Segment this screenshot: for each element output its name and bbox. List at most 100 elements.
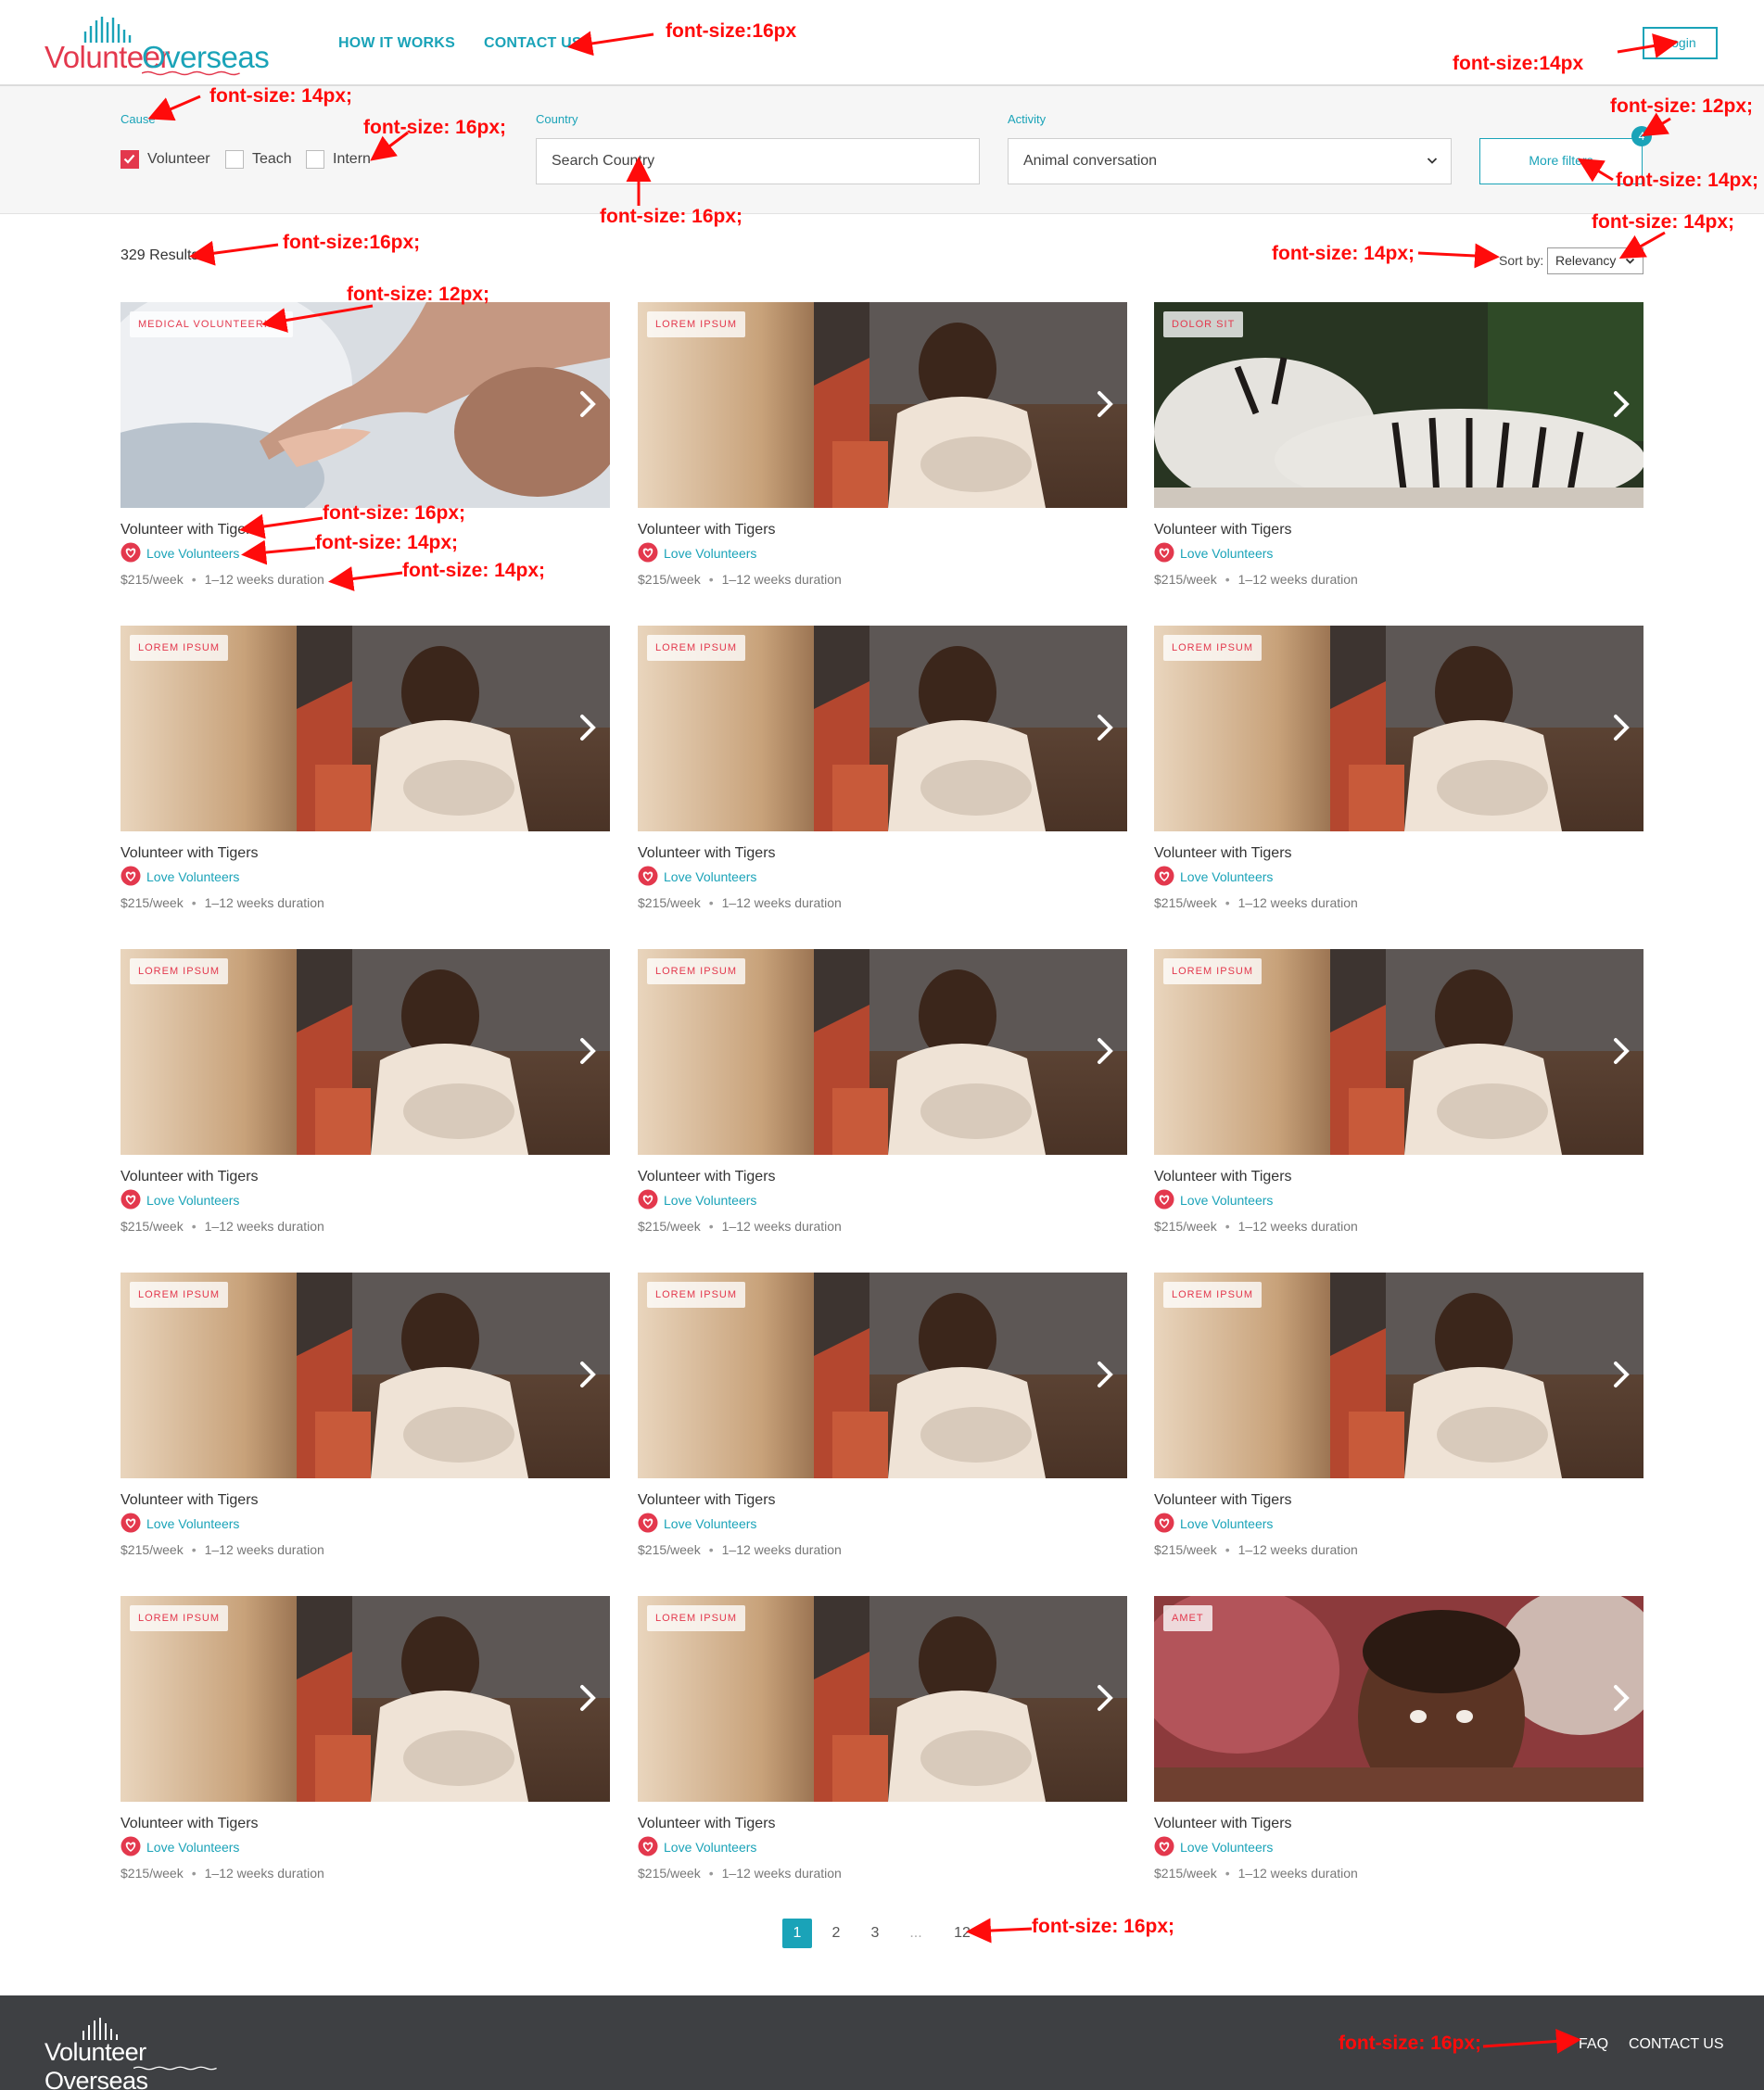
card-title[interactable]: Volunteer with Tigers [638,522,776,538]
annotation-note-sort-label: font-size: 14px; [1272,243,1415,264]
card-organization-link[interactable]: Love Volunteers [146,546,239,561]
card-meta: $215/week • 1–12 weeks duration [638,895,842,910]
card-title[interactable]: Volunteer with Tigers [638,1816,776,1832]
footer-logo[interactable]: Volunteer Overseas [44,2018,230,2090]
card-organization-link[interactable]: Love Volunteers [1180,1516,1273,1531]
activity-select[interactable]: Animal conversation [1008,138,1452,184]
card-organization-link[interactable]: Love Volunteers [146,1516,239,1531]
country-search-input[interactable]: Search Country [536,138,980,184]
result-card[interactable]: LOREM IPSUM Volunteer with Tigers Love Vol… [1154,949,1643,1255]
card-title[interactable]: Volunteer with Tigers [1154,522,1292,538]
chevron-right-icon[interactable] [577,711,599,744]
result-card[interactable]: LOREM IPSUM Volunteer with Tigers Love Vol… [121,1273,610,1578]
result-card[interactable]: LOREM IPSUM Volunteer with Tigers Love Vol… [121,949,610,1255]
chevron-right-icon[interactable] [577,387,599,421]
card-title[interactable]: Volunteer with Tigers [638,1492,776,1509]
card-organization-link[interactable]: Love Volunteers [146,1840,239,1855]
result-card[interactable]: LOREM IPSUM Volunteer with Tigers Love Vol… [638,302,1127,608]
result-card[interactable]: DOLOR SIT Volunteer with Tigers Love Volun… [1154,302,1643,608]
card-organization-link[interactable]: Love Volunteers [1180,1193,1273,1208]
result-card[interactable]: LOREM IPSUM Volunteer with Tigers Love Vol… [638,949,1127,1255]
chevron-right-icon[interactable] [1610,1358,1632,1391]
cause-label: Cause [121,112,156,126]
chevron-right-icon[interactable] [1094,711,1116,744]
separator-dot-icon: • [191,1866,197,1881]
result-card[interactable]: LOREM IPSUM Volunteer with Tigers Love Vol… [121,1596,610,1902]
card-title[interactable]: Volunteer with Tigers [121,1169,259,1185]
card-organization-link[interactable]: Love Volunteers [664,869,756,884]
chevron-right-icon[interactable] [1094,387,1116,421]
card-organization-link[interactable]: Love Volunteers [146,1193,239,1208]
card-organization-link[interactable]: Love Volunteers [1180,546,1273,561]
checkbox-empty-icon [306,150,324,169]
cause-checkbox-teach[interactable]: Teach [225,149,299,170]
chevron-right-icon[interactable] [1610,1681,1632,1715]
chevron-right-icon[interactable] [1610,387,1632,421]
nav-how-it-works[interactable]: HOW IT WORKS [338,35,455,52]
separator-dot-icon: • [191,1219,197,1234]
annotation-arrow [966,1918,1033,1944]
card-title[interactable]: Volunteer with Tigers [638,845,776,862]
chevron-right-icon[interactable] [1610,1034,1632,1068]
site-logo[interactable]: Volunteer Overseas [44,13,270,76]
card-price: $215/week [1154,895,1217,910]
card-title[interactable]: Volunteer with Tigers [1154,1492,1292,1509]
chevron-right-icon[interactable] [1610,711,1632,744]
card-category-tag: DOLOR SIT [1163,311,1244,337]
card-title[interactable]: Volunteer with Tigers [121,522,259,538]
card-organization-link[interactable]: Love Volunteers [1180,869,1273,884]
result-card[interactable]: LOREM IPSUM Volunteer with Tigers Love Vol… [1154,1273,1643,1578]
sort-label: Sort by: [1499,253,1544,268]
result-card[interactable]: AMET Volunteer with Tigers Love Volunteers… [1154,1596,1643,1902]
card-title[interactable]: Volunteer with Tigers [121,845,259,862]
logo-wave-icon [142,70,240,76]
heart-logo-icon [638,1189,658,1210]
site-footer: Volunteer Overseas FAQ CONTACT US [0,1995,1764,2090]
card-organization-link[interactable]: Love Volunteers [146,869,239,884]
chevron-right-icon[interactable] [1094,1358,1116,1391]
card-title[interactable]: Volunteer with Tigers [121,1492,259,1509]
page-button-12[interactable]: 12 [949,1919,975,1948]
chevron-right-icon[interactable] [577,1358,599,1391]
card-organization-link[interactable]: Love Volunteers [664,1840,756,1855]
card-title[interactable]: Volunteer with Tigers [1154,845,1292,862]
cause-checkbox-volunteer[interactable]: Volunteer [121,149,232,170]
result-card[interactable]: LOREM IPSUM Volunteer with Tigers Love Vol… [638,1596,1127,1902]
chevron-right-icon[interactable] [1094,1034,1116,1068]
card-organization-link[interactable]: Love Volunteers [664,1516,756,1531]
heart-logo-icon [121,866,141,886]
page-button-2[interactable]: 2 [823,1919,849,1948]
page-button-1[interactable]: 1 [782,1919,812,1948]
card-title[interactable]: Volunteer with Tigers [638,1169,776,1185]
result-card[interactable]: LOREM IPSUM Volunteer with Tigers Love Vol… [1154,626,1643,931]
footer-logo-text: Volunteer Overseas [44,2038,148,2090]
card-meta: $215/week • 1–12 weeks duration [638,1866,842,1881]
card-duration: 1–12 weeks duration [1237,1219,1358,1234]
nav-contact-us[interactable]: CONTACT US [484,35,582,52]
footer-nav-contact-us[interactable]: CONTACT US [1629,2036,1724,2053]
cause-checkbox-intern[interactable]: Intern [306,149,380,170]
card-photo[interactable] [1154,1596,1643,1802]
chevron-right-icon[interactable] [1094,1681,1116,1715]
login-button[interactable]: Login [1643,27,1718,59]
card-organization-link[interactable]: Love Volunteers [1180,1840,1273,1855]
heart-logo-icon [638,542,658,563]
card-title[interactable]: Volunteer with Tigers [1154,1816,1292,1832]
card-organization-link[interactable]: Love Volunteers [664,1193,756,1208]
result-card[interactable]: LOREM IPSUM Volunteer with Tigers Love Vol… [638,626,1127,931]
card-category-tag: LOREM IPSUM [647,1605,746,1631]
card-title[interactable]: Volunteer with Tigers [1154,1169,1292,1185]
sort-select[interactable]: Relevancy [1547,247,1643,274]
page-button-3[interactable]: 3 [862,1919,888,1948]
card-category-tag: LOREM IPSUM [1163,1282,1263,1308]
card-title[interactable]: Volunteer with Tigers [121,1816,259,1832]
result-card[interactable]: LOREM IPSUM Volunteer with Tigers Love Vol… [638,1273,1127,1578]
chevron-right-icon[interactable] [577,1681,599,1715]
footer-nav-faq[interactable]: FAQ [1579,2036,1608,2053]
card-duration: 1–12 weeks duration [721,1866,842,1881]
card-duration: 1–12 weeks duration [1237,1542,1358,1557]
chevron-right-icon[interactable] [577,1034,599,1068]
country-label: Country [536,112,578,126]
result-card[interactable]: LOREM IPSUM Volunteer with Tigers Love Vol… [121,626,610,931]
card-organization-link[interactable]: Love Volunteers [664,546,756,561]
